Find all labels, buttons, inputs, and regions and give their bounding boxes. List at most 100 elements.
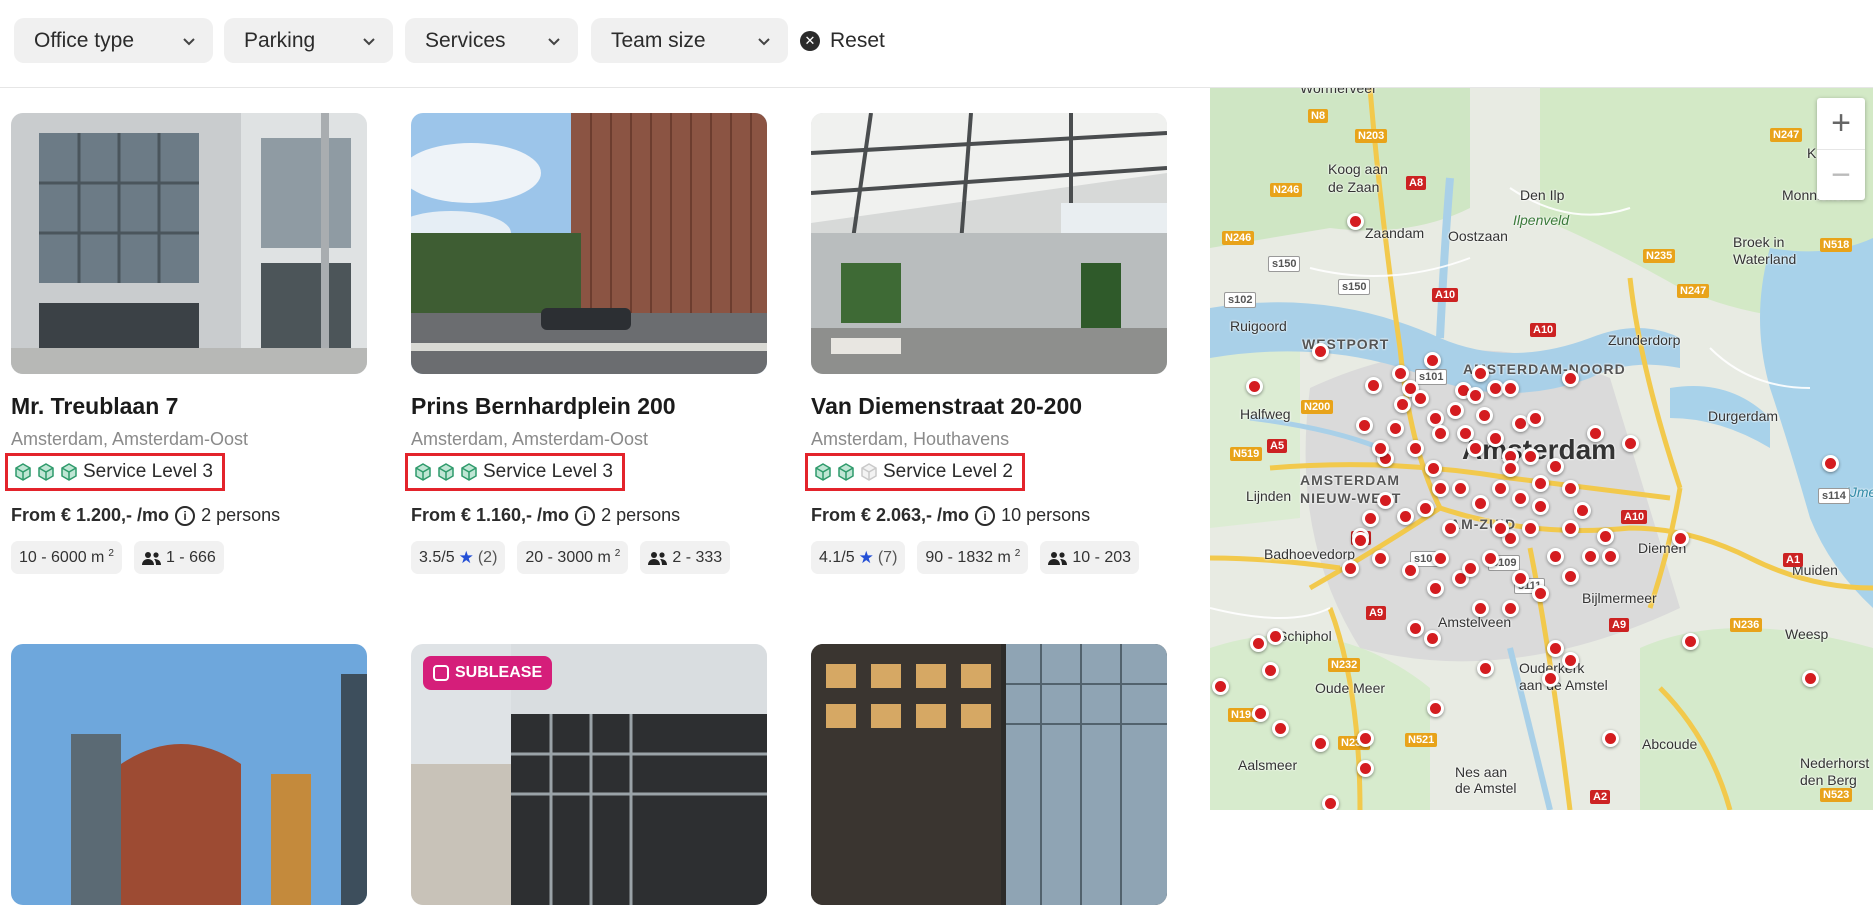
map-pin[interactable] xyxy=(1542,670,1559,687)
map-pin[interactable] xyxy=(1432,480,1449,497)
office-title[interactable]: Van Diemenstraat 20-200 xyxy=(811,393,1082,420)
map-pin[interactable] xyxy=(1407,440,1424,457)
map-pin[interactable] xyxy=(1347,213,1364,230)
map-pin[interactable] xyxy=(1522,448,1539,465)
map-pin[interactable] xyxy=(1492,520,1509,537)
map-pin[interactable] xyxy=(1477,660,1494,677)
map-pin[interactable] xyxy=(1822,455,1839,472)
map-pin[interactable] xyxy=(1377,492,1394,509)
map-pin[interactable] xyxy=(1562,568,1579,585)
map-pin[interactable] xyxy=(1562,370,1579,387)
map-pin[interactable] xyxy=(1427,700,1444,717)
map-pin[interactable] xyxy=(1252,705,1269,722)
map-pin[interactable] xyxy=(1417,500,1434,517)
map-pin[interactable] xyxy=(1372,440,1389,457)
map-pin[interactable] xyxy=(1424,352,1441,369)
team-size-filter[interactable]: Team size xyxy=(591,18,788,63)
map-pin[interactable] xyxy=(1427,580,1444,597)
map-pin[interactable] xyxy=(1502,460,1519,477)
map-pin[interactable] xyxy=(1397,508,1414,525)
map-pin[interactable] xyxy=(1602,730,1619,747)
map-pin[interactable] xyxy=(1447,402,1464,419)
map-pin[interactable] xyxy=(1424,630,1441,647)
map-pin[interactable] xyxy=(1387,420,1404,437)
info-icon[interactable]: i xyxy=(175,505,196,526)
map-pin[interactable] xyxy=(1532,475,1549,492)
office-title[interactable]: Prins Bernhardplein 200 xyxy=(411,393,676,420)
map-pin[interactable] xyxy=(1487,430,1504,447)
map-pin[interactable] xyxy=(1472,600,1489,617)
map-pin[interactable] xyxy=(1587,425,1604,442)
map-pin[interactable] xyxy=(1472,495,1489,512)
map-pin[interactable] xyxy=(1262,662,1279,679)
map-pin[interactable] xyxy=(1602,548,1619,565)
map-pin[interactable] xyxy=(1467,387,1484,404)
map-pin[interactable] xyxy=(1482,550,1499,567)
map-pin[interactable] xyxy=(1622,435,1639,452)
map-pin[interactable] xyxy=(1492,480,1509,497)
office-photo[interactable] xyxy=(411,113,767,374)
map-pin[interactable] xyxy=(1452,480,1469,497)
office-photo[interactable] xyxy=(811,644,1167,905)
map-pin[interactable] xyxy=(1322,795,1339,810)
map-pin[interactable] xyxy=(1250,635,1267,652)
map-pin[interactable] xyxy=(1582,548,1599,565)
office-photo[interactable] xyxy=(11,113,367,374)
map-pin[interactable] xyxy=(1562,520,1579,537)
map-pin[interactable] xyxy=(1246,378,1263,395)
map-pin[interactable] xyxy=(1562,652,1579,669)
map-pin[interactable] xyxy=(1412,390,1429,407)
map-pin[interactable] xyxy=(1457,425,1474,442)
reset-filters-button[interactable]: ✕ Reset xyxy=(800,25,885,57)
map-pin[interactable] xyxy=(1597,528,1614,545)
map-pin[interactable] xyxy=(1432,425,1449,442)
map-panel[interactable]: Wormerveer Koog aan de Zaan Den Ilp Ilpe… xyxy=(1210,88,1873,810)
map-pin[interactable] xyxy=(1272,720,1289,737)
office-photo[interactable] xyxy=(811,113,1167,374)
map-pin[interactable] xyxy=(1352,532,1369,549)
zoom-in-button[interactable]: + xyxy=(1817,98,1865,149)
map-pin[interactable] xyxy=(1802,670,1819,687)
map-pin[interactable] xyxy=(1467,440,1484,457)
map-pin[interactable] xyxy=(1267,628,1284,645)
map-pin[interactable] xyxy=(1512,570,1529,587)
map-pin[interactable] xyxy=(1394,396,1411,413)
map-pin[interactable] xyxy=(1357,730,1374,747)
map-pin[interactable] xyxy=(1362,510,1379,527)
map-pin[interactable] xyxy=(1527,410,1544,427)
map-pin[interactable] xyxy=(1312,343,1329,360)
map-pin[interactable] xyxy=(1502,600,1519,617)
map-pin[interactable] xyxy=(1682,633,1699,650)
zoom-out-button[interactable]: − xyxy=(1817,149,1865,200)
office-title[interactable]: Mr. Treublaan 7 xyxy=(11,393,178,420)
map-pin[interactable] xyxy=(1442,520,1459,537)
map-pin[interactable] xyxy=(1357,760,1374,777)
map-pin[interactable] xyxy=(1356,417,1373,434)
map-pin[interactable] xyxy=(1342,560,1359,577)
map-pin[interactable] xyxy=(1532,498,1549,515)
map-pin[interactable] xyxy=(1392,365,1409,382)
map-pin[interactable] xyxy=(1512,490,1529,507)
office-type-filter[interactable]: Office type xyxy=(14,18,213,63)
map-pin[interactable] xyxy=(1672,530,1689,547)
map-pin[interactable] xyxy=(1562,480,1579,497)
services-filter[interactable]: Services xyxy=(405,18,578,63)
map-pin[interactable] xyxy=(1476,407,1493,424)
map-pin[interactable] xyxy=(1547,548,1564,565)
parking-filter[interactable]: Parking xyxy=(224,18,393,63)
map-pin[interactable] xyxy=(1212,678,1229,695)
map-pin[interactable] xyxy=(1402,562,1419,579)
map-pin[interactable] xyxy=(1547,458,1564,475)
map-pin[interactable] xyxy=(1532,585,1549,602)
office-photo[interactable] xyxy=(11,644,367,905)
office-photo[interactable]: SUBLEASE xyxy=(411,644,767,905)
map-pin[interactable] xyxy=(1472,365,1489,382)
map-pin[interactable] xyxy=(1425,460,1442,477)
info-icon[interactable]: i xyxy=(575,505,596,526)
info-icon[interactable]: i xyxy=(975,505,996,526)
map-pin[interactable] xyxy=(1462,560,1479,577)
map-pin[interactable] xyxy=(1312,735,1329,752)
map-pin[interactable] xyxy=(1407,620,1424,637)
map-pin[interactable] xyxy=(1365,377,1382,394)
map-pin[interactable] xyxy=(1372,550,1389,567)
